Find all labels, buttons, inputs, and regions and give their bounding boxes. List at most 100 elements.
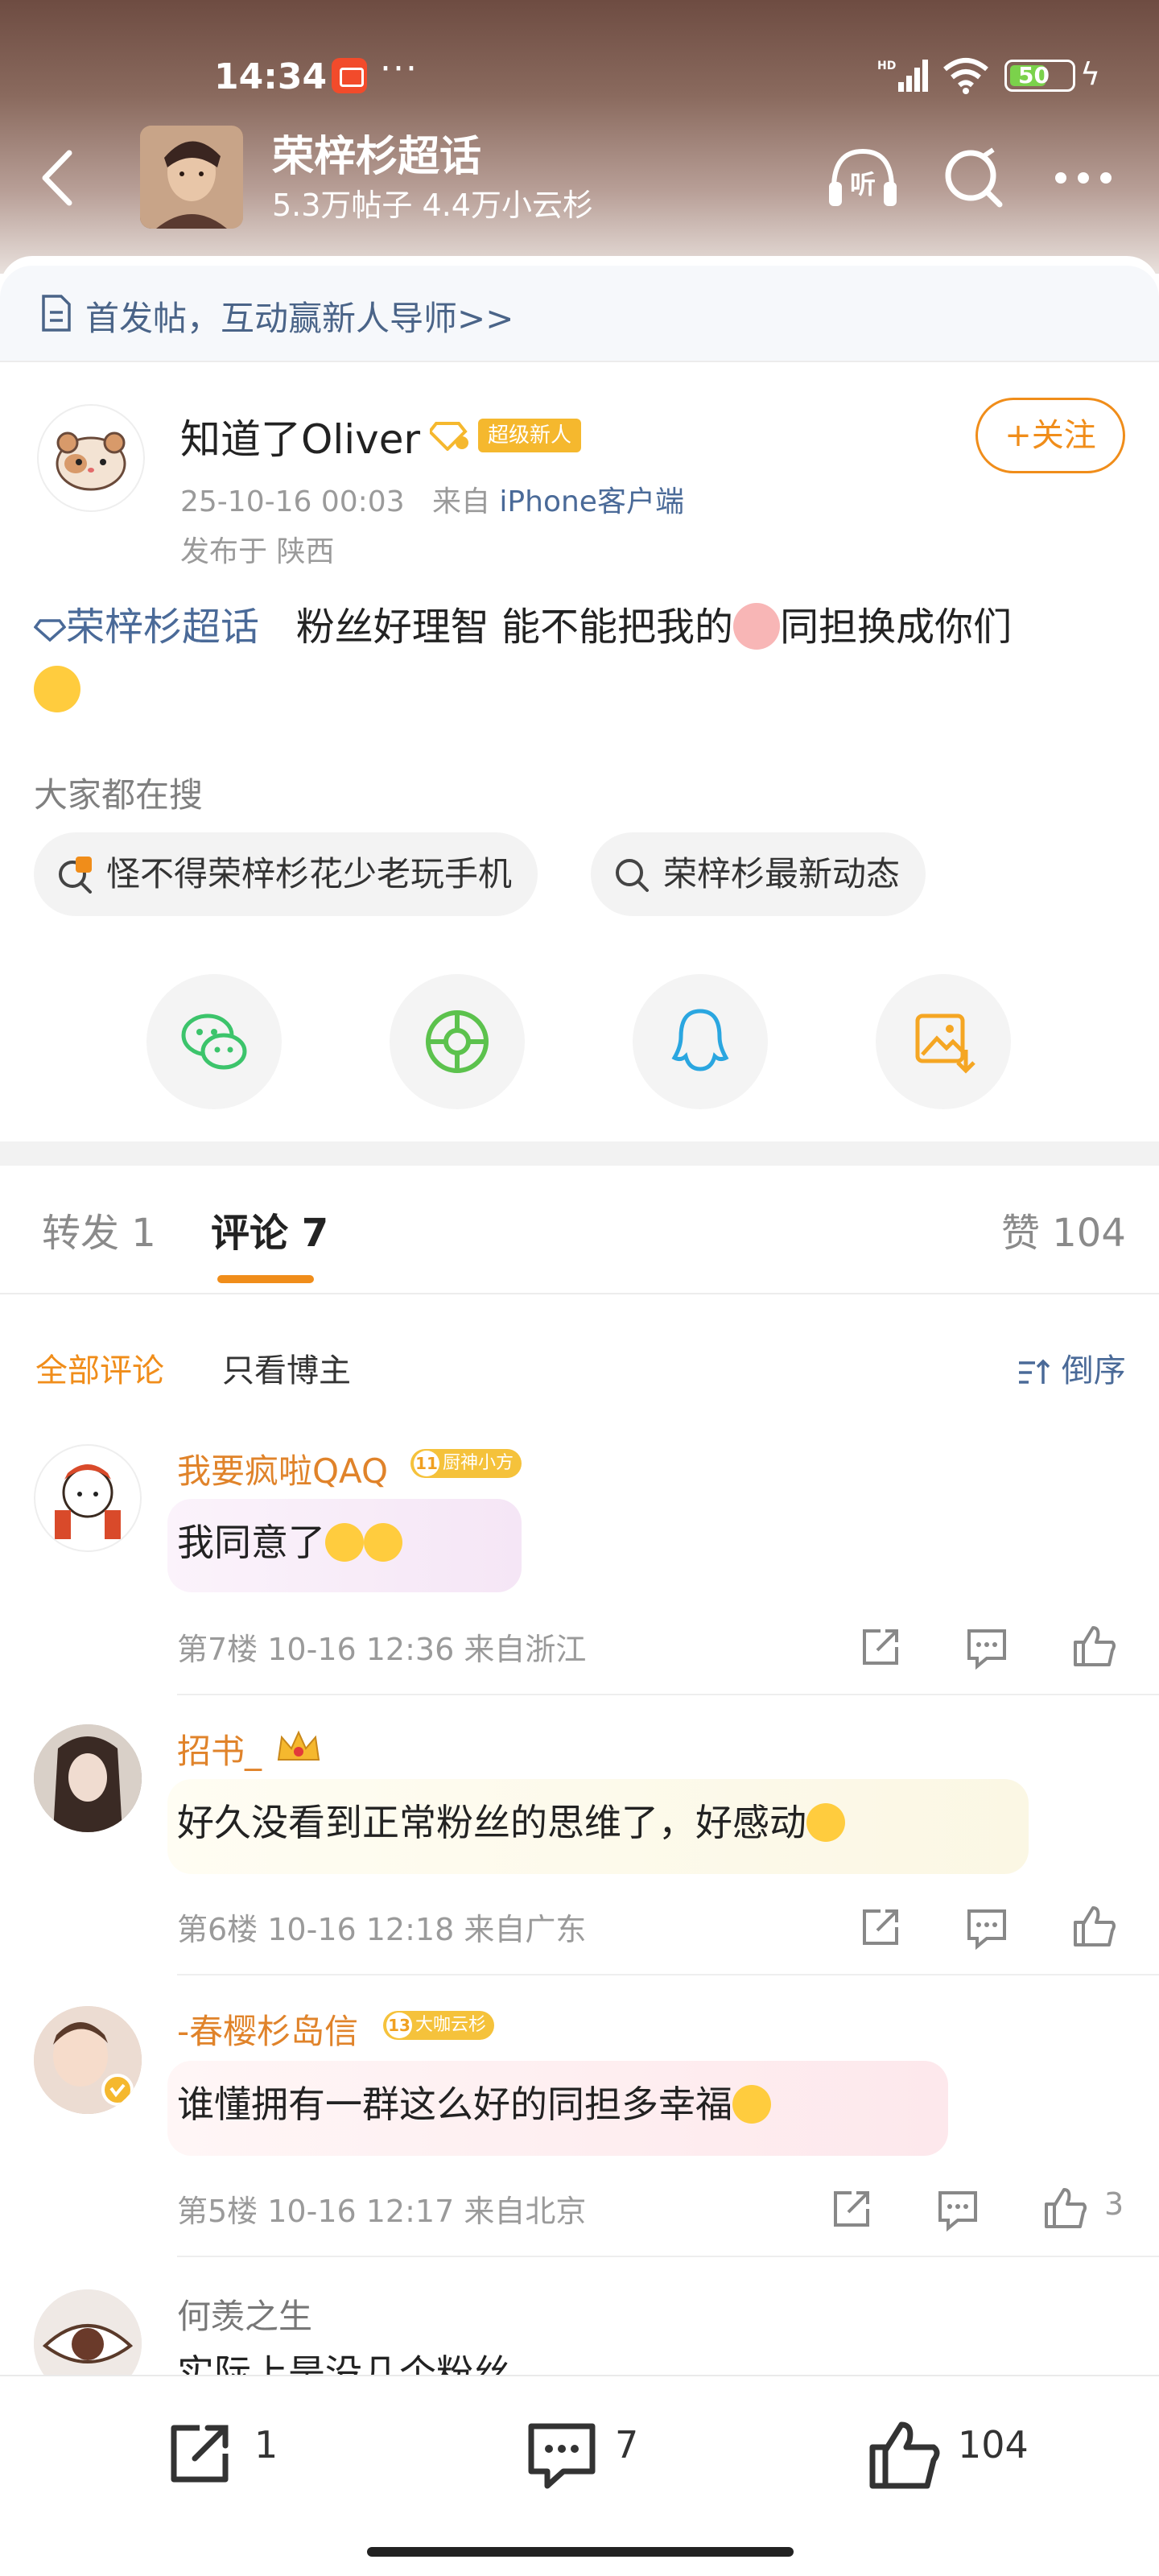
- trending-chip-1[interactable]: 怪不得荣梓杉花少老玩手机: [34, 832, 538, 916]
- filter-op-only[interactable]: 只看博主: [222, 1344, 351, 1391]
- post-source[interactable]: iPhone客户端: [499, 485, 684, 518]
- share-moments-button[interactable]: [390, 974, 525, 1109]
- crown-badge-icon: [277, 1730, 320, 1761]
- baby-avatar-icon: [34, 2006, 142, 2114]
- comment-username[interactable]: 我要疯啦QAQ: [177, 1444, 388, 1493]
- more-icon[interactable]: [1043, 142, 1124, 214]
- topic-title: 荣梓杉超话: [272, 133, 482, 181]
- repost-icon[interactable]: [856, 1623, 905, 1671]
- document-icon: [42, 295, 71, 332]
- battery-icon: 50: [1004, 60, 1075, 92]
- like-icon[interactable]: [1070, 1621, 1119, 1670]
- comment-icon[interactable]: [523, 2415, 600, 2492]
- repost-count[interactable]: 1: [254, 2423, 278, 2467]
- banner-text: 首发帖，互动赢新人导师>>: [85, 299, 514, 338]
- share-qq-button[interactable]: [633, 974, 768, 1109]
- home-indicator: [367, 2547, 794, 2557]
- topic-tag-link[interactable]: 荣梓杉超话: [33, 605, 260, 650]
- crying-emoji-icon: [325, 1522, 364, 1562]
- charging-icon: ϟ: [1080, 56, 1101, 92]
- diamond-badge-icon: [430, 422, 468, 451]
- comment-avatar[interactable]: [34, 1444, 142, 1552]
- sort-button[interactable]: 倒序: [1017, 1344, 1126, 1391]
- comment-text-body: 我同意了: [177, 1521, 325, 1564]
- comment-text-body: 谁懂拥有一群这么好的同担多幸福: [177, 2083, 732, 2126]
- save-image-icon: [915, 1013, 975, 1074]
- fan-level-badge: 13 大咖云杉: [383, 2011, 495, 2040]
- bear-avatar-icon: [55, 1464, 121, 1539]
- comment-username[interactable]: 何羡之生: [177, 2289, 312, 2339]
- network-type-text: HD: [877, 60, 896, 72]
- topic-stats: 5.3万帖子 4.4万小云杉: [272, 188, 593, 223]
- share-wechat-button[interactable]: [146, 974, 282, 1109]
- comment-count[interactable]: 7: [615, 2423, 638, 2467]
- wifi-icon: [943, 58, 988, 94]
- comment-text: 谁懂拥有一群这么好的同担多幸福: [177, 2075, 771, 2128]
- trending-chip-2-label: 荣梓杉最新动态: [663, 854, 901, 894]
- active-tab-indicator: [217, 1275, 314, 1283]
- battery-text: 50: [1018, 62, 1050, 89]
- reply-icon[interactable]: [934, 2185, 982, 2233]
- sort-label: 倒序: [1061, 1352, 1126, 1389]
- comment-username[interactable]: 招书_: [177, 1724, 262, 1773]
- repost-icon[interactable]: [856, 1903, 905, 1951]
- post-text-2: 同担换成你们: [780, 605, 1013, 650]
- reply-icon[interactable]: [963, 1623, 1011, 1671]
- repost-icon[interactable]: [827, 2185, 876, 2233]
- like-count[interactable]: 104: [958, 2423, 1029, 2467]
- comment-avatar[interactable]: [34, 2006, 142, 2114]
- like-icon[interactable]: [866, 2415, 943, 2492]
- comment-divider: [177, 1974, 1159, 1975]
- author-name[interactable]: 知道了Oliver: [180, 407, 420, 465]
- super-newcomer-badge: 超级新人: [478, 419, 582, 452]
- like-icon[interactable]: [1070, 1901, 1119, 1950]
- comment-meta: 第7楼 10-16 12:36 来自浙江: [177, 1632, 587, 1667]
- topic-avatar[interactable]: [140, 126, 243, 229]
- tab-likes[interactable]: 赞 104: [1001, 1201, 1126, 1257]
- listen-icon[interactable]: 听: [823, 142, 903, 214]
- comment-meta: 第6楼 10-16 12:18 来自广东: [177, 1912, 587, 1947]
- hamster-avatar-icon: [56, 431, 126, 491]
- author-avatar[interactable]: [37, 404, 145, 512]
- tab-comments[interactable]: 评论 7: [211, 1201, 328, 1257]
- comment-divider: [177, 1694, 1159, 1695]
- crying-emoji-icon: [364, 1522, 402, 1562]
- status-bar: 14:34 ··· HD 50 ϟ: [0, 48, 1159, 105]
- comment-text: 我同意了: [177, 1513, 402, 1567]
- pig-emoji-icon: [733, 603, 781, 650]
- wechat-icon: [181, 1013, 247, 1070]
- moments-icon: [426, 1010, 489, 1073]
- reply-icon[interactable]: [963, 1903, 1011, 1951]
- save-image-button[interactable]: [876, 974, 1011, 1109]
- fan-level-number: 11: [414, 1451, 439, 1476]
- sort-icon: [1019, 1359, 1050, 1384]
- comment-like-count: 3: [1104, 2186, 1124, 2222]
- trending-chip-2[interactable]: 荣梓杉最新动态: [591, 832, 926, 916]
- post-time: 25-10-16 00:03: [180, 485, 405, 518]
- repost-icon[interactable]: [161, 2415, 238, 2492]
- follow-button[interactable]: +关注: [975, 398, 1125, 473]
- newcomer-banner[interactable]: 首发帖，互动赢新人导师>>: [0, 266, 1159, 362]
- post-meta: 25-10-16 00:03 来自 iPhone客户端: [180, 478, 684, 520]
- trending-chip-1-label: 怪不得荣梓杉花少老玩手机: [106, 854, 513, 894]
- bottom-action-bar: 1 7 104: [0, 2375, 1159, 2576]
- tab-repost[interactable]: 转发 1: [42, 1201, 156, 1257]
- shy-emoji-icon: [34, 666, 80, 712]
- comment-divider: [177, 2256, 1159, 2257]
- crying-emoji-icon: [732, 2084, 771, 2124]
- search-chip-icon: [616, 859, 649, 892]
- post-source-prefix: 来自: [431, 485, 490, 518]
- filter-all-comments[interactable]: 全部评论: [35, 1344, 164, 1391]
- signal-icon: HD: [877, 60, 928, 92]
- comment-username[interactable]: -春樱杉岛信: [177, 2004, 358, 2054]
- status-more-icon: ···: [380, 48, 419, 89]
- post-text-1: 粉丝好理智 能不能把我的: [295, 605, 734, 650]
- topic-tag-text: 荣梓杉超话: [66, 605, 260, 650]
- back-button[interactable]: [32, 142, 80, 214]
- fan-level-number: 13: [386, 2013, 412, 2038]
- search-icon[interactable]: [934, 142, 1014, 214]
- like-icon[interactable]: [1041, 2183, 1090, 2231]
- section-divider: [0, 1141, 1159, 1166]
- fan-level-title: 厨神小方: [443, 1453, 514, 1473]
- comment-avatar[interactable]: [34, 1724, 142, 1832]
